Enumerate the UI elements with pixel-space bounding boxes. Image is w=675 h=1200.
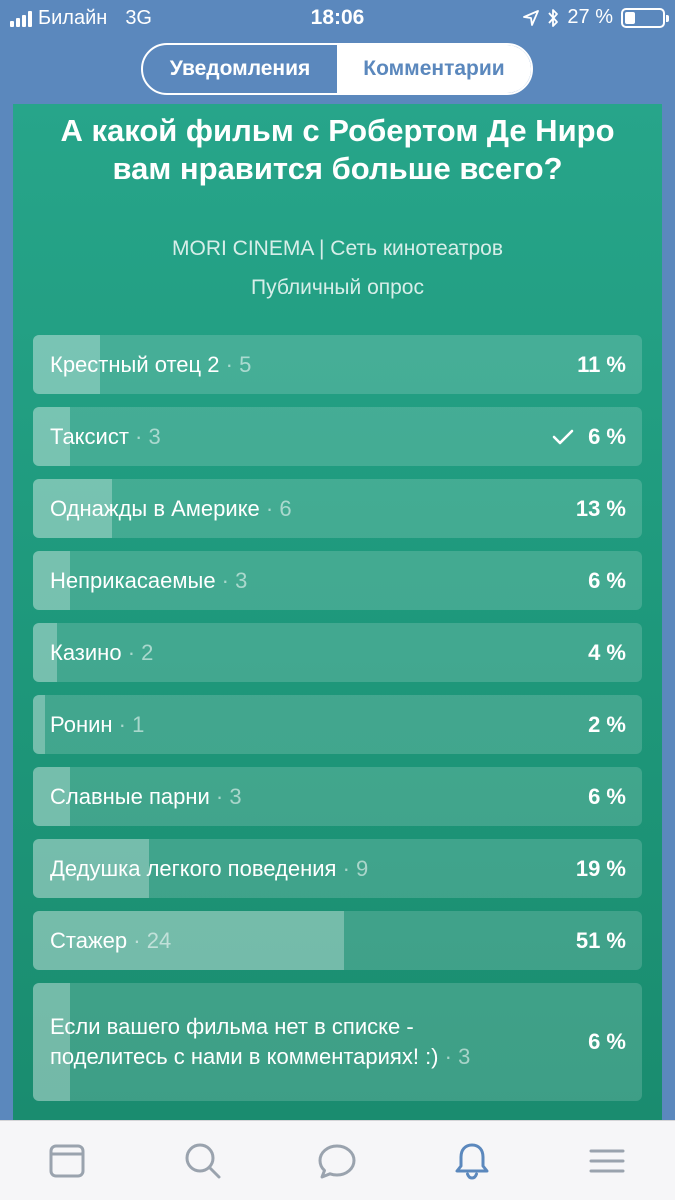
- poll-card: А какой фильм с Робертом Де Ниро вам нра…: [13, 104, 662, 1120]
- poll-option-percent: 11 %: [577, 351, 626, 377]
- poll-option-label: Крестный отец 2: [50, 351, 220, 377]
- poll-option-count: 3: [235, 567, 248, 593]
- poll-option-percent: 6 %: [588, 423, 626, 449]
- poll-option-label: Стажер: [50, 927, 128, 953]
- poll-option-label: Дедушка легкого поведения: [50, 855, 337, 881]
- poll-option[interactable]: Таксист · 3 6 %: [33, 407, 642, 466]
- poll-option-label-wrap: Неприкасаемые · 3: [50, 567, 248, 593]
- poll-option-label: Казино: [50, 639, 122, 665]
- poll-option[interactable]: Казино · 2 4 %: [33, 623, 642, 682]
- poll-option-label-wrap: Казино · 2: [50, 639, 154, 665]
- battery-percent: 27 %: [567, 6, 613, 28]
- location-arrow-icon: [523, 9, 540, 26]
- poll-author[interactable]: MORI CINEMA | Сеть кинотеатров: [13, 237, 662, 261]
- poll-option-label-wrap: Стажер · 24: [50, 927, 172, 953]
- poll-option-percent: 2 %: [588, 711, 626, 737]
- poll-option-label-wrap: Однажды в Америке · 6: [50, 495, 292, 521]
- poll-option[interactable]: Славные парни · 3 6 %: [33, 767, 642, 826]
- notifications-segmented-control: Уведомления Комментарии: [141, 43, 533, 95]
- poll-option-label: Если вашего фильма нет в списке - подели…: [50, 1014, 439, 1069]
- poll-option-label-wrap: Дедушка легкого поведения · 9: [50, 855, 369, 881]
- poll-option[interactable]: Стажер · 24 51 %: [33, 911, 642, 970]
- poll-option-count: 3: [148, 423, 161, 449]
- poll-option-percent: 51 %: [575, 927, 626, 953]
- poll-type: Публичный опрос: [250, 276, 424, 299]
- poll-option-count: 3: [229, 783, 242, 809]
- poll-option-count: 5: [239, 351, 252, 377]
- poll-option-percent-wrap: 11 %: [577, 335, 626, 394]
- poll-option[interactable]: Крестный отец 2 · 5 11 %: [33, 335, 642, 394]
- poll-option-percent: 19 %: [575, 855, 626, 881]
- poll-option-percent: 13 %: [575, 495, 626, 521]
- poll-option[interactable]: Если вашего фильма нет в списке - подели…: [33, 983, 642, 1101]
- news-icon: [49, 1144, 85, 1178]
- poll-option-label-wrap: Крестный отец 2 · 5: [50, 351, 252, 377]
- tab-comments[interactable]: Комментарии: [337, 45, 531, 93]
- poll-option[interactable]: Ронин · 1 2 %: [33, 695, 642, 754]
- battery-level: [625, 11, 635, 24]
- poll-option-label-wrap: Если вашего фильма нет в списке - подели…: [50, 1014, 471, 1069]
- poll-option-bar: [33, 695, 46, 754]
- poll-option-percent-wrap: 6 %: [588, 551, 626, 610]
- poll-option-percent: 6 %: [588, 1029, 626, 1054]
- poll-options: Крестный отец 2 · 5 11 % Таксист · 3 6 % Одн…: [33, 335, 642, 1114]
- poll-option[interactable]: Однажды в Америке · 6 13 %: [33, 479, 642, 538]
- bell-icon: [455, 1143, 489, 1180]
- poll-option-percent-wrap: 2 %: [588, 695, 626, 754]
- status-right: 27 %: [523, 6, 669, 29]
- tab-notifications[interactable]: Уведомления: [143, 45, 337, 93]
- tab-menu[interactable]: [585, 1139, 629, 1183]
- tab-search[interactable]: [181, 1139, 225, 1183]
- bluetooth-icon: [548, 8, 559, 27]
- tab-notifications-bell[interactable]: [450, 1139, 494, 1183]
- poll-option-count: 2: [141, 639, 154, 665]
- menu-icon: [589, 1149, 625, 1173]
- poll-option-label: Неприкасаемые: [50, 567, 216, 593]
- poll-option-label-wrap: Таксист · 3: [50, 423, 161, 449]
- poll-option[interactable]: Дедушка легкого поведения · 9 19 %: [33, 839, 642, 898]
- bottom-tab-bar: [0, 1120, 675, 1200]
- tab-messages[interactable]: [315, 1139, 359, 1183]
- poll-option-label: Однажды в Америке: [50, 495, 260, 521]
- poll-option-count: 24: [146, 927, 172, 953]
- tab-news[interactable]: [45, 1139, 89, 1183]
- poll-option-label-wrap: Ронин · 1: [50, 711, 145, 737]
- poll-option-percent: 6 %: [588, 567, 626, 593]
- poll-option-percent-wrap: 6 %: [552, 407, 626, 466]
- poll-option-count: 3: [458, 1044, 471, 1069]
- poll-title: А какой фильм с Робертом Де Ниро вам нра…: [60, 113, 615, 186]
- status-bar: Билайн 3G 18:06 27 %: [0, 0, 675, 36]
- poll-option-percent-wrap: 6 %: [588, 767, 626, 826]
- poll-option-percent: 6 %: [588, 783, 626, 809]
- poll-option-percent-wrap: 51 %: [576, 911, 626, 970]
- checkmark-icon: [552, 429, 574, 444]
- poll-option-label: Таксист: [50, 423, 129, 449]
- poll-option-label: Славные парни: [50, 783, 210, 809]
- poll-option-count: 6: [279, 495, 292, 521]
- poll-option-percent-wrap: 4 %: [588, 623, 626, 682]
- poll-option-count: 1: [132, 711, 145, 737]
- poll-option-percent-wrap: 13 %: [576, 479, 626, 538]
- poll-option-count: 9: [356, 855, 369, 881]
- poll-option-percent-wrap: 6 %: [588, 983, 626, 1101]
- poll-option-label: Ронин: [50, 711, 113, 737]
- messages-icon: [318, 1144, 356, 1179]
- poll-option-percent: 4 %: [588, 639, 626, 665]
- poll-option-label-wrap: Славные парни · 3: [50, 783, 242, 809]
- poll-option[interactable]: Неприкасаемые · 3 6 %: [33, 551, 642, 610]
- battery-icon: [621, 7, 669, 28]
- search-icon: [185, 1143, 221, 1179]
- poll-option-percent-wrap: 19 %: [576, 839, 626, 898]
